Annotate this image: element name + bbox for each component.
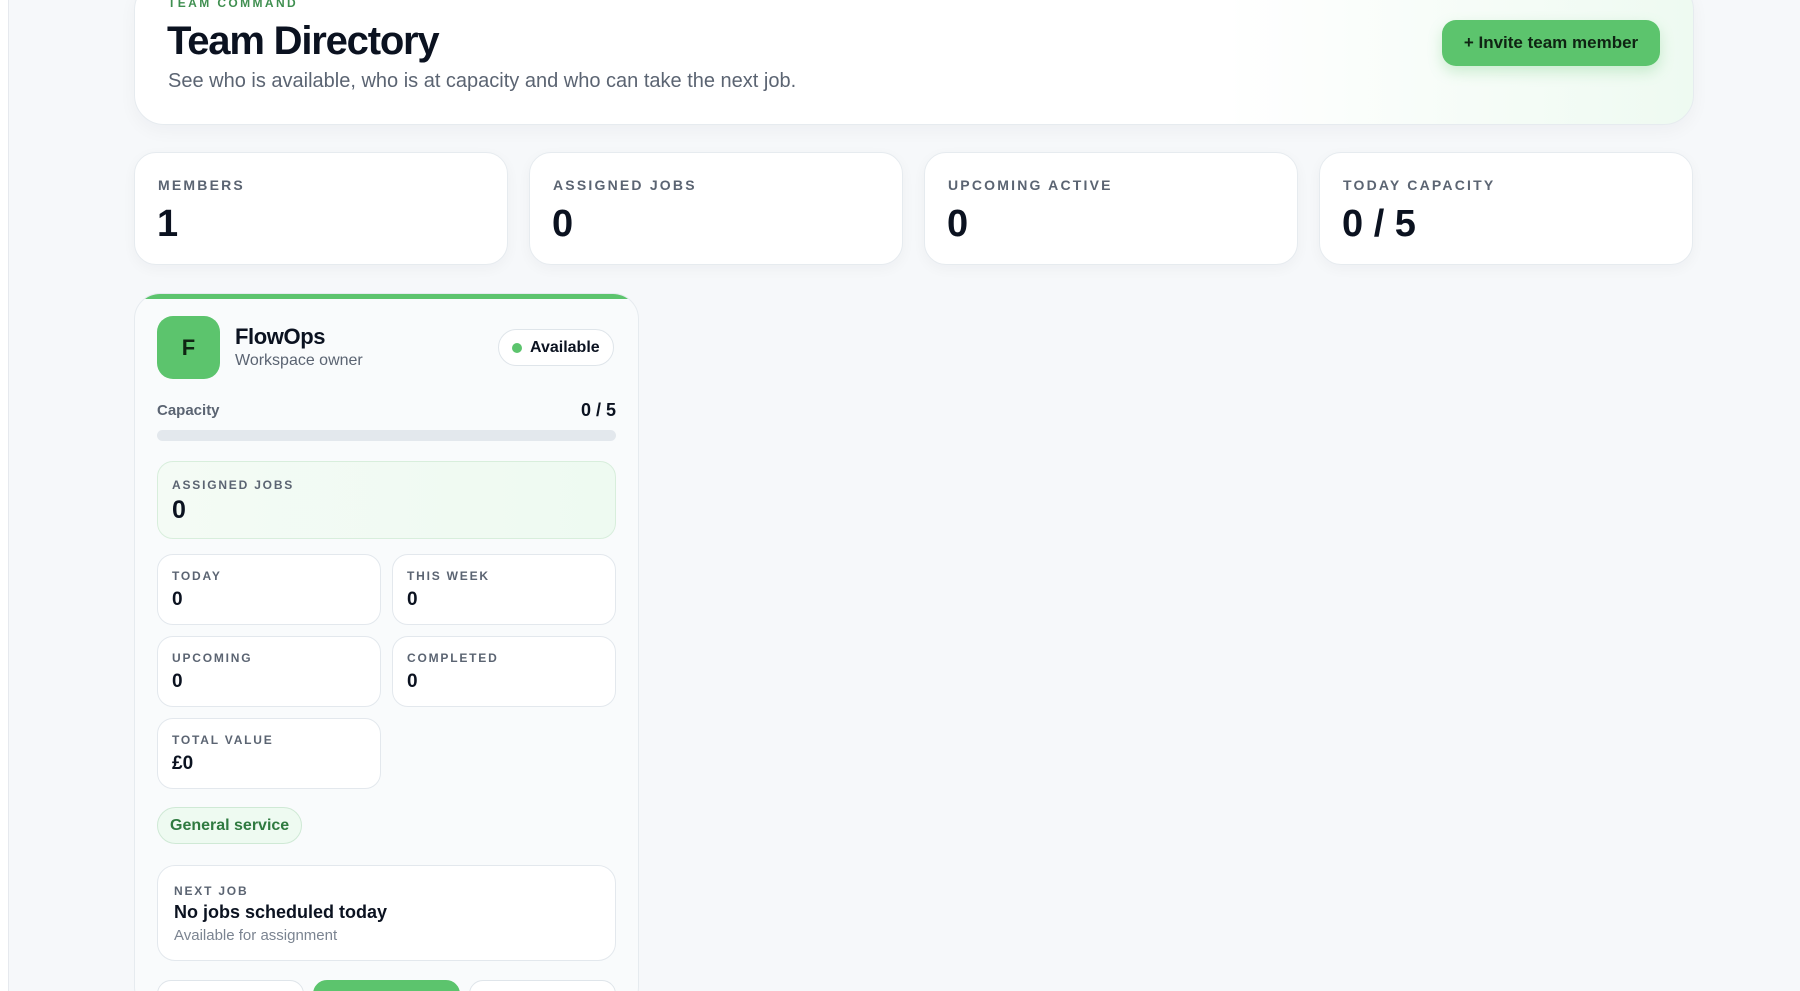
page-subtitle: See who is available, who is at capacity… xyxy=(168,70,797,92)
tile-value: 0 xyxy=(172,671,183,692)
total-value-tile: TOTAL VALUE £0 xyxy=(157,718,381,789)
tile-label: TOTAL VALUE xyxy=(172,733,274,747)
next-job-title: No jobs scheduled today xyxy=(174,902,388,922)
page-title: Team Directory xyxy=(167,19,440,63)
stat-card-today-capacity: TODAY CAPACITY 0 / 5 xyxy=(1319,152,1693,265)
stat-label: ASSIGNED JOBS xyxy=(553,177,697,193)
tile-value: 0 xyxy=(172,496,186,524)
stat-value: 0 xyxy=(552,203,574,245)
stat-card-assigned-jobs: ASSIGNED JOBS 0 xyxy=(529,152,903,265)
tile-value: 0 xyxy=(407,671,418,692)
tile-label: THIS WEEK xyxy=(407,569,490,583)
stat-label: MEMBERS xyxy=(158,177,245,193)
next-job-label: NEXT JOB xyxy=(174,884,249,898)
capacity-label: Capacity xyxy=(157,402,220,419)
stat-value: 1 xyxy=(157,203,179,245)
status-label: Available xyxy=(530,338,600,356)
status-badge: Available xyxy=(498,329,614,366)
service-tag: General service xyxy=(157,807,303,844)
capacity-progress-bar xyxy=(157,430,616,441)
invite-team-member-button[interactable]: + Invite team member xyxy=(1442,20,1660,66)
member-action-button-1[interactable] xyxy=(157,980,304,991)
member-action-button-2[interactable] xyxy=(313,980,460,991)
stat-card-members: MEMBERS 1 xyxy=(134,152,508,265)
team-header: TEAM COMMAND Team Directory See who is a… xyxy=(134,0,1694,125)
member-role: Workspace owner xyxy=(235,352,363,369)
member-action-button-3[interactable] xyxy=(469,980,616,991)
capacity-value: 0 / 5 xyxy=(580,400,616,420)
stat-label: TODAY CAPACITY xyxy=(1343,177,1496,193)
status-dot-icon xyxy=(512,342,522,353)
stat-label: UPCOMING ACTIVE xyxy=(948,177,1113,193)
assigned-jobs-tile: ASSIGNED JOBS 0 xyxy=(157,461,616,539)
tile-label: ASSIGNED JOBS xyxy=(172,478,295,492)
member-name: FlowOps xyxy=(235,324,326,349)
tile-value: 0 xyxy=(172,589,183,610)
left-rail xyxy=(0,0,9,991)
this-week-tile: THIS WEEK 0 xyxy=(392,554,616,625)
next-job-subtitle: Available for assignment xyxy=(174,927,338,944)
stat-value: 0 xyxy=(947,203,969,245)
tile-label: TODAY xyxy=(172,569,222,583)
member-status-bar xyxy=(135,294,638,299)
tile-label: UPCOMING xyxy=(172,651,253,665)
upcoming-tile: UPCOMING 0 xyxy=(157,636,381,707)
page-eyebrow: TEAM COMMAND xyxy=(168,0,299,10)
member-card[interactable]: F FlowOps Workspace owner Available Capa… xyxy=(134,293,639,991)
today-tile: TODAY 0 xyxy=(157,554,381,625)
tile-label: COMPLETED xyxy=(407,651,499,665)
stat-value: 0 / 5 xyxy=(1342,203,1416,245)
tile-value: £0 xyxy=(172,753,194,774)
next-job-panel: NEXT JOB No jobs scheduled today Availab… xyxy=(157,865,616,961)
tile-value: 0 xyxy=(407,589,418,610)
completed-tile: COMPLETED 0 xyxy=(392,636,616,707)
avatar: F xyxy=(157,316,220,379)
stat-card-upcoming-active: UPCOMING ACTIVE 0 xyxy=(924,152,1298,265)
